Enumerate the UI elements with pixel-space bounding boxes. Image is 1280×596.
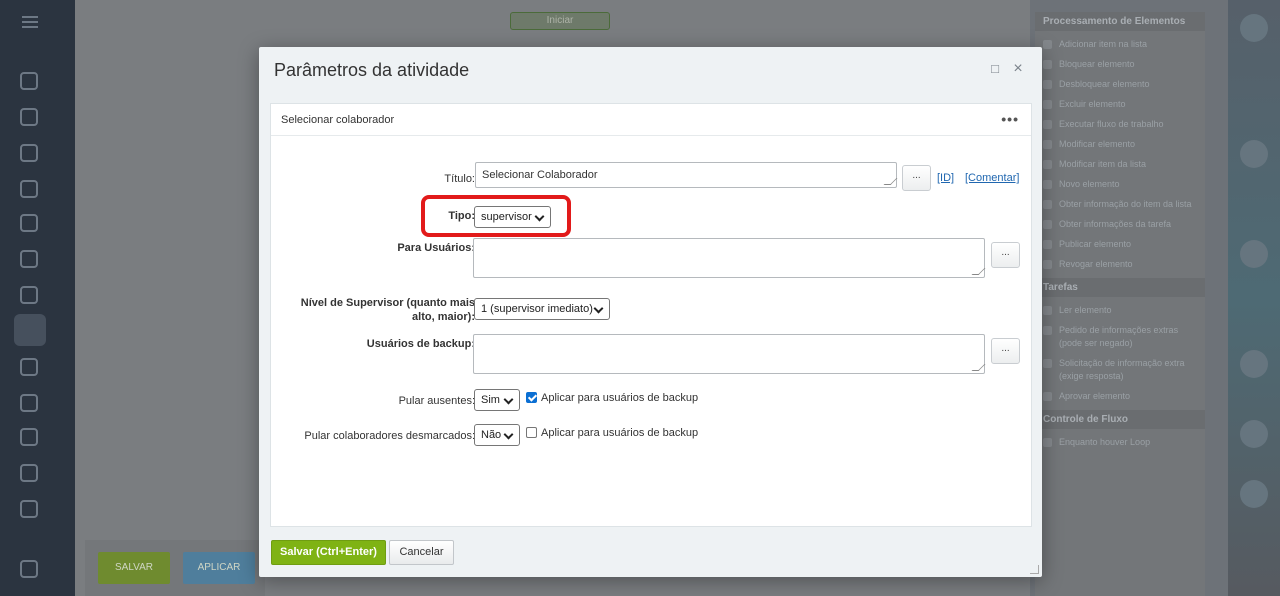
panel-item: Ler elemento bbox=[1035, 304, 1205, 317]
para-usuarios-label: Para Usuários: bbox=[397, 242, 475, 254]
filter-icon[interactable] bbox=[20, 180, 38, 198]
pular-ausentes-label: Pular ausentes: bbox=[398, 395, 475, 407]
feed-icon[interactable] bbox=[20, 108, 38, 126]
elements-panel: Processamento de Elementos Adicionar ite… bbox=[1035, 12, 1205, 596]
para-usuarios-browse-button[interactable]: ... bbox=[991, 242, 1020, 268]
bg-apply-button: APLICAR bbox=[183, 552, 255, 584]
id-link[interactable]: [ID] bbox=[937, 172, 954, 184]
crm-icon[interactable] bbox=[20, 214, 38, 232]
pular-ausentes-checkbox-label: Aplicar para usuários de backup bbox=[541, 392, 699, 404]
more-options-icon[interactable]: ••• bbox=[1001, 111, 1019, 127]
close-icon[interactable]: × bbox=[1011, 61, 1025, 77]
chat-icon[interactable] bbox=[1240, 240, 1268, 268]
backup-users-input[interactable] bbox=[473, 334, 985, 374]
panel-group-title: Processamento de Elementos bbox=[1035, 12, 1205, 31]
panel-item: Pedido de informações extras (pode ser n… bbox=[1035, 324, 1205, 350]
pular-desmarcados-label: Pular colaboradores desmarcados: bbox=[304, 430, 475, 442]
dialog-header: Parâmetros da atividade □ × bbox=[259, 47, 1042, 93]
para-usuarios-input[interactable] bbox=[473, 238, 985, 278]
panel-item: Bloquear elemento bbox=[1035, 58, 1205, 71]
analytics-icon[interactable] bbox=[20, 464, 38, 482]
settings-icon[interactable] bbox=[20, 560, 38, 578]
panel-item: Publicar elemento bbox=[1035, 238, 1205, 251]
dialog-body: Selecionar colaborador ••• Título: Selec… bbox=[270, 103, 1032, 527]
start-node: Iniciar bbox=[510, 12, 610, 30]
left-sidebar bbox=[0, 0, 75, 596]
drive-icon[interactable] bbox=[20, 394, 38, 412]
pular-ausentes-backup-checkbox[interactable] bbox=[526, 392, 537, 403]
panel-item: Adicionar item na lista bbox=[1035, 38, 1205, 51]
nivel-supervisor-select[interactable]: 1 (supervisor imediato) bbox=[474, 298, 610, 320]
titulo-browse-button[interactable]: ... bbox=[902, 165, 931, 191]
avatar[interactable] bbox=[1240, 14, 1268, 42]
panel-item: Excluir elemento bbox=[1035, 98, 1205, 111]
panel-item: Modificar elemento bbox=[1035, 138, 1205, 151]
panel-item: Obter informações da tarefa bbox=[1035, 218, 1205, 231]
dialog-title: Parâmetros da atividade bbox=[274, 60, 470, 80]
right-strip bbox=[1228, 0, 1280, 596]
panel-item: Obter informação do item da lista bbox=[1035, 198, 1205, 211]
cancel-button[interactable]: Cancelar bbox=[389, 540, 454, 565]
pular-ausentes-select[interactable]: Sim bbox=[474, 389, 520, 411]
tasks-icon[interactable] bbox=[20, 144, 38, 162]
notification-icon[interactable] bbox=[1240, 140, 1268, 168]
titulo-label: Título: bbox=[444, 173, 475, 185]
panel-item: Aprovar elemento bbox=[1035, 390, 1205, 403]
section-title: Selecionar colaborador bbox=[281, 114, 395, 126]
panel-item: Modificar item da lista bbox=[1035, 158, 1205, 171]
pular-desmarcados-checkbox-label: Aplicar para usuários de backup bbox=[541, 427, 699, 439]
panel-group-title: Tarefas bbox=[1035, 278, 1205, 297]
panel-item: Solicitação de informação extra (exige r… bbox=[1035, 357, 1205, 383]
comment-link[interactable]: [Comentar] bbox=[965, 172, 1019, 184]
panel-group-title: Controle de Fluxo bbox=[1035, 410, 1205, 429]
activity-parameters-dialog: Parâmetros da atividade □ × Selecionar c… bbox=[259, 47, 1042, 577]
calendar-widget-icon[interactable] bbox=[1240, 420, 1268, 448]
mail-icon[interactable] bbox=[20, 286, 38, 304]
panel-item: Executar fluxo de trabalho bbox=[1035, 118, 1205, 131]
sidebar-active-item[interactable] bbox=[14, 314, 46, 346]
phone-icon[interactable] bbox=[1240, 480, 1268, 508]
nivel-supervisor-label: Nível de Supervisor (quanto mais alto, m… bbox=[301, 296, 475, 324]
panel-item: Enquanto houver Loop bbox=[1035, 436, 1205, 449]
panel-item: Novo elemento bbox=[1035, 178, 1205, 191]
nivel-supervisor-label-line1: Nível de Supervisor (quanto mais bbox=[300, 297, 475, 309]
bg-save-button: SALVAR bbox=[98, 552, 170, 584]
panel-item: Desbloquear elemento bbox=[1035, 78, 1205, 91]
nivel-supervisor-label-line2: alto, maior): bbox=[412, 311, 475, 323]
automation-icon[interactable] bbox=[20, 500, 38, 518]
backup-users-label: Usuários de backup: bbox=[366, 338, 475, 350]
cart-icon[interactable] bbox=[20, 250, 38, 268]
pular-desmarcados-select[interactable]: Não bbox=[474, 424, 520, 446]
save-button[interactable]: Salvar (Ctrl+Enter) bbox=[271, 540, 386, 565]
maximize-icon[interactable]: □ bbox=[988, 62, 1002, 76]
resize-handle[interactable] bbox=[1030, 565, 1039, 574]
calendar-icon[interactable] bbox=[20, 428, 38, 446]
titulo-input[interactable]: Selecionar Colaborador bbox=[475, 162, 897, 188]
panel-item: Revogar elemento bbox=[1035, 258, 1205, 271]
menu-icon[interactable] bbox=[22, 16, 38, 28]
tipo-highlight-annotation bbox=[421, 195, 571, 237]
pular-desmarcados-backup-checkbox[interactable] bbox=[526, 427, 537, 438]
backup-users-browse-button[interactable]: ... bbox=[991, 338, 1020, 364]
contact-icon[interactable] bbox=[1240, 350, 1268, 378]
cube-icon[interactable] bbox=[20, 358, 38, 376]
section-header: Selecionar colaborador ••• bbox=[271, 104, 1031, 136]
home-icon[interactable] bbox=[20, 72, 38, 90]
